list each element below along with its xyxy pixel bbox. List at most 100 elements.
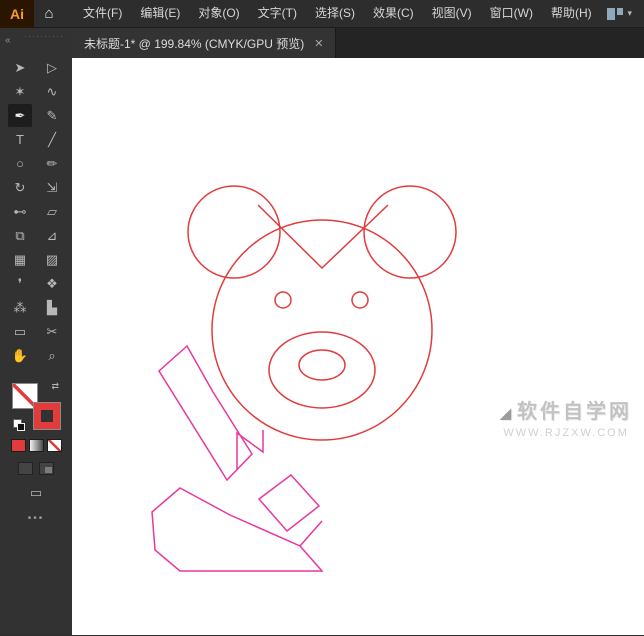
rotate-tool[interactable]: ↻ xyxy=(8,176,32,199)
tool-icon: T xyxy=(16,132,24,147)
document-tab-title: 未标题-1* @ 199.84% (CMYK/GPU 预览) xyxy=(84,36,305,51)
home-icon[interactable]: ⌂ xyxy=(34,5,64,22)
menu-item[interactable]: 窗口(W) xyxy=(481,0,542,27)
color-type-buttons xyxy=(10,439,62,452)
app-logo[interactable]: Ai xyxy=(0,0,34,28)
artboard-canvas[interactable]: ◢ 软件自学网 WWW.RJZXW.COM xyxy=(72,58,644,635)
tool-icon: ╱ xyxy=(48,132,56,147)
tool-icon: ↻ xyxy=(14,180,26,195)
menu-item[interactable]: 视图(V) xyxy=(423,0,481,27)
edit-toolbar-button[interactable]: ••• xyxy=(28,513,45,524)
tool-icon: ➤ xyxy=(14,60,26,75)
pencil-tool[interactable]: ✏ xyxy=(40,152,64,175)
tool-icon: ⌕ xyxy=(48,348,56,363)
tool-icon: ▦ xyxy=(13,252,27,267)
line-segment-tool[interactable]: ╱ xyxy=(40,128,64,151)
menubar-right: ▾ xyxy=(607,7,644,20)
bear-head[interactable] xyxy=(211,219,433,441)
shape-builder-tool[interactable]: ⧉ xyxy=(8,224,32,247)
watermark-logo-icon: ◢ xyxy=(500,405,514,421)
hand-tool[interactable]: ✋ xyxy=(8,344,32,367)
tool-icon: ⊷ xyxy=(13,204,27,219)
bear-brow[interactable] xyxy=(257,204,389,270)
ellipse-tool[interactable]: ○ xyxy=(8,152,32,175)
scale-tool[interactable]: ⇲ xyxy=(40,176,64,199)
draw-normal-mode-button[interactable] xyxy=(18,462,33,475)
workspace-switcher[interactable]: ▾ xyxy=(607,7,632,20)
body-shape-arm[interactable] xyxy=(158,344,253,482)
menu-item[interactable]: 文件(F) xyxy=(74,0,131,27)
blend-tool[interactable]: ❖ xyxy=(40,272,64,295)
tool-icon: ○ xyxy=(16,156,24,171)
menu-item[interactable]: 帮助(H) xyxy=(542,0,601,27)
column-graph-tool[interactable]: ▙ xyxy=(40,296,64,319)
type-tool[interactable]: T xyxy=(8,128,32,151)
body-shape-square[interactable] xyxy=(257,473,321,533)
menu-item[interactable]: 选择(S) xyxy=(306,0,364,27)
paintbrush-tool[interactable]: ✎ xyxy=(40,104,64,127)
lasso-tool[interactable]: ∿ xyxy=(40,80,64,103)
bear-left-eye[interactable] xyxy=(274,291,292,309)
tool-icon: ✎ xyxy=(46,108,58,123)
gradient-tool[interactable]: ▨ xyxy=(40,248,64,271)
panel-grip[interactable]: ·········· xyxy=(24,31,64,41)
bear-muzzle[interactable] xyxy=(268,331,376,409)
collapse-panel-icon[interactable]: « xyxy=(5,35,11,46)
watermark-title: ◢ 软件自学网 xyxy=(500,401,632,423)
magic-wand-tool[interactable]: ✶ xyxy=(8,80,32,103)
tool-icon: ▨ xyxy=(45,252,59,267)
body-shape-notch[interactable] xyxy=(299,520,323,547)
gradient-button[interactable] xyxy=(28,439,44,452)
menu-item[interactable]: 编辑(E) xyxy=(131,0,189,27)
tool-icon: ✏ xyxy=(46,156,58,171)
menu-item[interactable]: 效果(C) xyxy=(364,0,423,27)
direct-selection-tool[interactable]: ▷ xyxy=(40,56,64,79)
free-transform-tool[interactable]: ▱ xyxy=(40,200,64,223)
tool-icon: ❜ xyxy=(17,276,23,291)
draw-mode-buttons xyxy=(18,462,54,475)
width-tool[interactable]: ⊷ xyxy=(8,200,32,223)
none-button[interactable] xyxy=(46,439,62,452)
perspective-grid-tool[interactable]: ⊿ xyxy=(40,224,64,247)
tool-icon: ▭ xyxy=(13,324,27,339)
tools-panel: « ·········· ➤ ▷ ✶ ∿ ✒ ✎ T ╱ ○ ✏ ↻ ⇲ ⊷ ▱… xyxy=(0,28,72,635)
stroke-swatch[interactable] xyxy=(34,403,60,429)
tool-icon: ❖ xyxy=(46,276,58,291)
symbol-sprayer-tool[interactable]: ⁂ xyxy=(8,296,32,319)
main-area: « ·········· ➤ ▷ ✶ ∿ ✒ ✎ T ╱ ○ ✏ ↻ ⇲ ⊷ ▱… xyxy=(0,28,644,635)
tool-icon: ▙ xyxy=(47,300,57,315)
menu-list: 文件(F) 编辑(E) 对象(O) 文字(T) 选择(S) 效果(C) 视图(V… xyxy=(74,0,601,27)
menu-bar: Ai ⌂ 文件(F) 编辑(E) 对象(O) 文字(T) 选择(S) 效果(C)… xyxy=(0,0,644,28)
selection-tool[interactable]: ➤ xyxy=(8,56,32,79)
zoom-tool[interactable]: ⌕ xyxy=(40,344,64,367)
tool-icon: ▱ xyxy=(47,204,57,219)
tool-icon: ✶ xyxy=(14,84,26,99)
workspace-icon xyxy=(607,7,624,20)
tool-grid: ➤ ▷ ✶ ∿ ✒ ✎ T ╱ ○ ✏ ↻ ⇲ ⊷ ▱ ⧉ ⊿ ▦ ▨ ❜ ❖ … xyxy=(8,56,64,367)
menu-item[interactable]: 文字(T) xyxy=(249,0,306,27)
tool-icon: ∿ xyxy=(46,84,58,99)
color-button[interactable] xyxy=(10,439,26,452)
watermark-url: WWW.RJZXW.COM xyxy=(503,427,629,439)
document-area: 未标题-1* @ 199.84% (CMYK/GPU 预览) ✕ ◢ 软件自学网 … xyxy=(72,28,644,635)
pen-tool[interactable]: ✒ xyxy=(8,104,32,127)
default-fill-stroke-icon[interactable] xyxy=(13,419,25,431)
fill-stroke-controls: ⇄ xyxy=(11,381,61,431)
eyedropper-tool[interactable]: ❜ xyxy=(8,272,32,295)
tool-icon: ✋ xyxy=(11,348,29,363)
bear-right-eye[interactable] xyxy=(351,291,369,309)
tool-icon: ▷ xyxy=(47,60,57,75)
menu-item[interactable]: 对象(O) xyxy=(189,0,248,27)
artboard-tool[interactable]: ▭ xyxy=(8,320,32,343)
document-tab[interactable]: 未标题-1* @ 199.84% (CMYK/GPU 预览) ✕ xyxy=(72,28,337,58)
bear-nose[interactable] xyxy=(298,349,346,381)
swap-fill-stroke-icon[interactable]: ⇄ xyxy=(51,381,59,392)
tool-icon: ⊿ xyxy=(46,228,58,243)
draw-behind-mode-button[interactable] xyxy=(39,462,54,475)
tool-icon: ⁂ xyxy=(13,300,27,315)
body-shape-base[interactable] xyxy=(151,487,324,572)
mesh-tool[interactable]: ▦ xyxy=(8,248,32,271)
close-icon[interactable]: ✕ xyxy=(314,37,323,50)
slice-tool[interactable]: ✂ xyxy=(40,320,64,343)
screen-mode-button[interactable]: ▭ xyxy=(30,485,42,501)
